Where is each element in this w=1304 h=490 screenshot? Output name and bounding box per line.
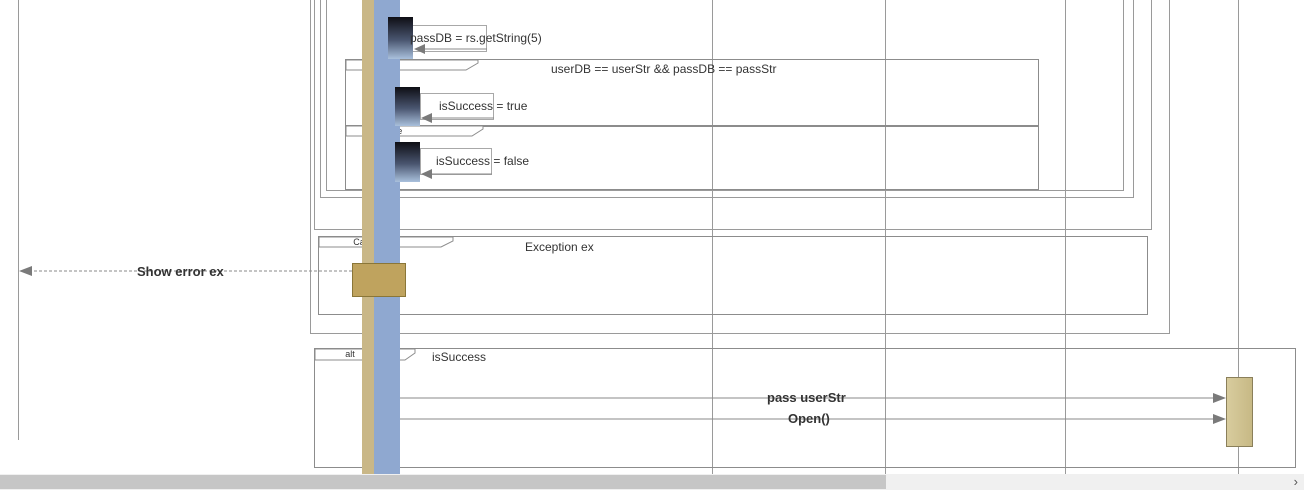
sequence-diagram-canvas: alt userDB == userStr && passDB == passS…: [0, 0, 1304, 474]
message-label-success-true: isSuccess = true: [439, 99, 528, 113]
scroll-right-icon[interactable]: ›: [1294, 474, 1298, 490]
message-label-show-error: Show error ex: [137, 264, 224, 279]
message-label-pass-user: pass userStr: [767, 390, 846, 405]
horizontal-scrollbar[interactable]: ›: [0, 474, 1304, 490]
scrollbar-thumb[interactable]: [0, 475, 886, 489]
message-label-success-false: isSuccess = false: [436, 154, 530, 168]
message-label-passdb: passDB = rs.getString(5): [410, 31, 542, 45]
message-label-open: Open(): [788, 411, 830, 426]
message-arrows: [19, 44, 1226, 424]
